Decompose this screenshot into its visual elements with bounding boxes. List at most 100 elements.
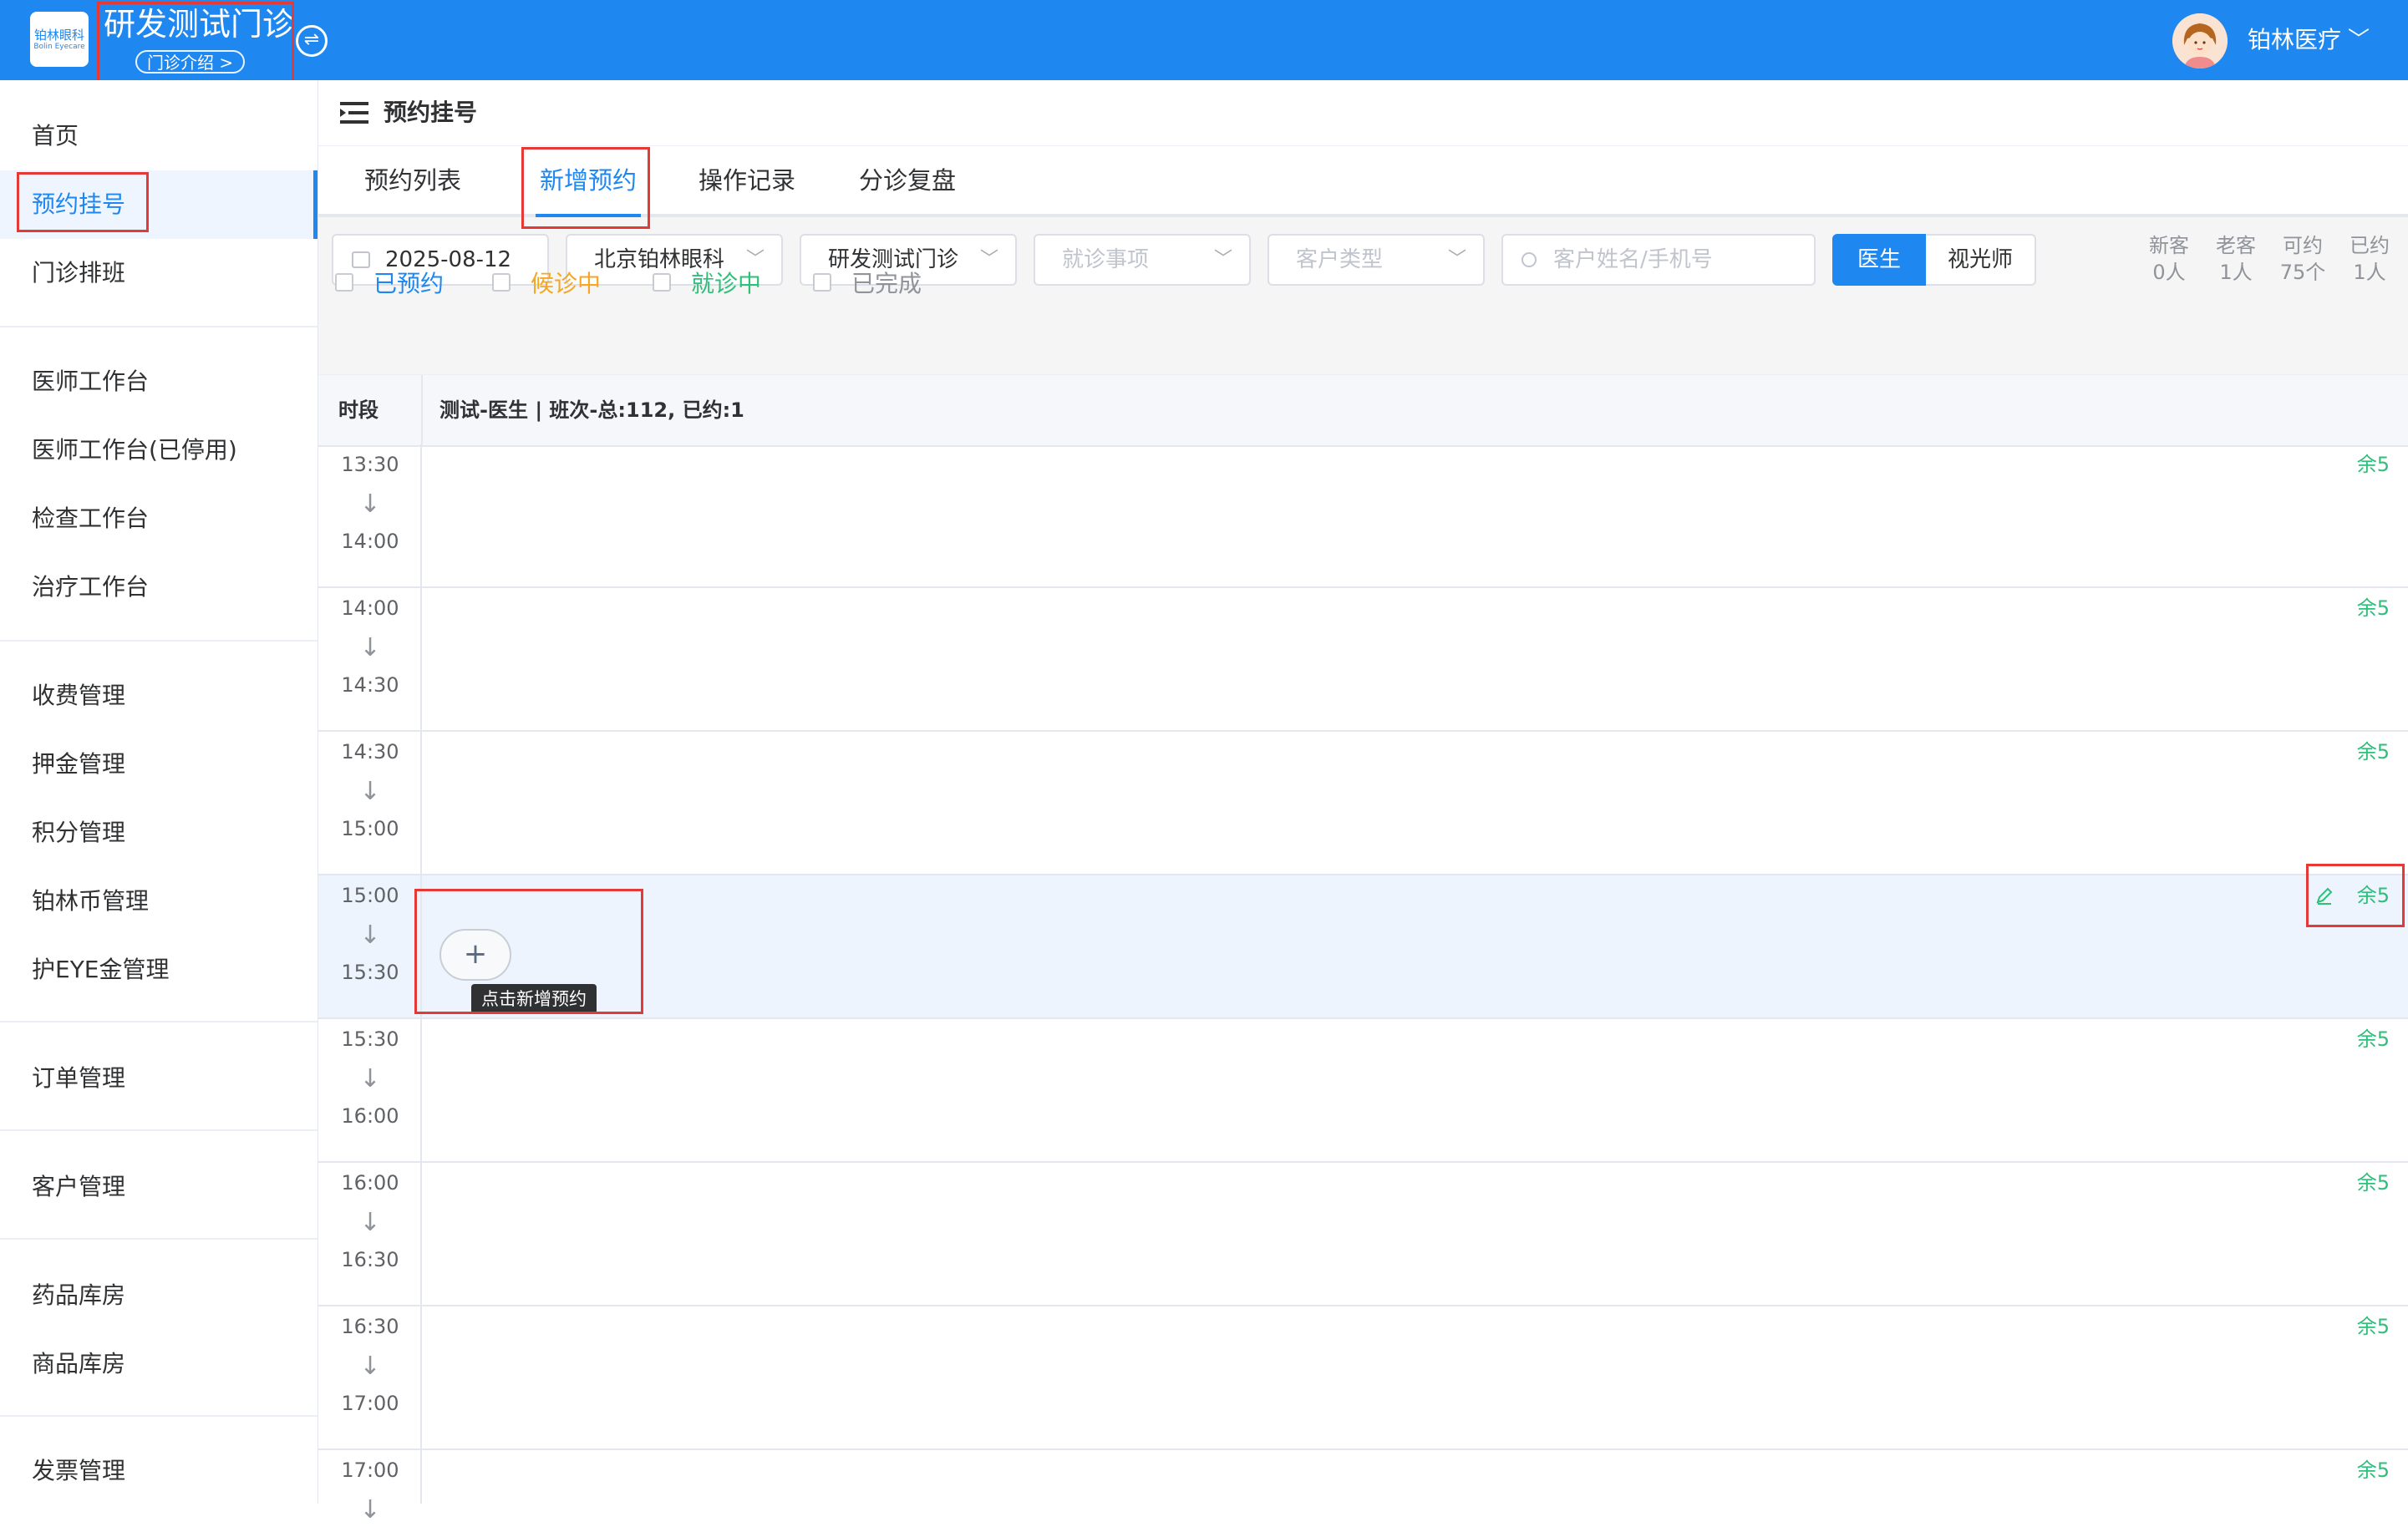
checkbox-box	[335, 273, 353, 292]
status-checkbox-booked[interactable]: 已预约	[335, 267, 444, 301]
stat-value: 0人	[2152, 261, 2186, 284]
stat-value: 75个	[2279, 261, 2326, 284]
slot-start: 16:30	[341, 1315, 399, 1338]
clinic-logo: 铂林眼科 Bolin Eyecare	[30, 12, 89, 67]
time-slot-row[interactable]: 16:30 ↓ 17:00 余5	[318, 1306, 2408, 1450]
slot-remaining: 余5	[2356, 740, 2390, 764]
chevron-down-icon[interactable]: ﹀	[2348, 23, 2370, 57]
slot-start: 14:00	[341, 596, 399, 620]
tab-operation-log[interactable]: 操作记录	[694, 147, 800, 214]
stat-label: 已约	[2350, 234, 2390, 257]
sidebar-divider	[0, 1129, 318, 1131]
time-slot-row[interactable]: 15:30 ↓ 16:00 余5	[318, 1019, 2408, 1163]
sidebar-item-customers[interactable]: 客户管理	[0, 1153, 318, 1221]
sidebar-item-orders[interactable]: 订单管理	[0, 1044, 318, 1113]
edit-icon[interactable]	[2314, 885, 2334, 906]
time-cell: 14:30 ↓ 15:00	[318, 732, 422, 874]
checkbox-box	[653, 273, 671, 292]
chevron-down-icon: ﹀	[979, 249, 998, 270]
slot-start: 17:00	[341, 1459, 399, 1482]
sidebar-item-home[interactable]: 首页	[0, 102, 318, 170]
slot-end: 14:00	[341, 530, 399, 553]
sidebar-item-pharmacy[interactable]: 药品库房	[0, 1261, 318, 1330]
search-icon	[1522, 252, 1537, 267]
sidebar-item-deposit[interactable]: 押金管理	[0, 730, 318, 799]
calendar-icon	[352, 251, 370, 268]
time-cell: 16:30 ↓ 17:00	[318, 1306, 422, 1448]
sidebar-item-coins[interactable]: 铂林币管理	[0, 867, 318, 936]
user-avatar[interactable]	[2172, 13, 2228, 68]
sidebar-item-goods-warehouse[interactable]: 商品库房	[0, 1330, 318, 1398]
slot-start: 15:00	[341, 884, 399, 907]
visit-item-select[interactable]: 就诊事项 ﹀	[1034, 234, 1251, 286]
logo-text: 铂林眼科	[33, 28, 84, 43]
sidebar-item-exam-workbench[interactable]: 检查工作台	[0, 484, 318, 553]
time-cell: 16:00 ↓ 16:30	[318, 1163, 422, 1305]
time-slot-row[interactable]: 14:00 ↓ 14:30 余5	[318, 588, 2408, 732]
search-placeholder: 客户姓名/手机号	[1553, 247, 1713, 272]
sidebar-divider	[0, 326, 318, 327]
slot-remaining: 余5	[2356, 884, 2390, 907]
sidebar-item-points[interactable]: 积分管理	[0, 799, 318, 867]
time-slot-row[interactable]: 17:00 ↓ 余5	[318, 1450, 2408, 1524]
slot-end: 15:30	[341, 961, 399, 984]
checkbox-box	[813, 273, 831, 292]
slot-start: 13:30	[341, 453, 399, 476]
customer-type-select[interactable]: 客户类型 ﹀	[1268, 234, 1485, 286]
stat-label: 新客	[2149, 234, 2189, 257]
user-name[interactable]: 铂林医疗	[2248, 22, 2341, 58]
clinic-intro-button[interactable]: 门诊介绍 >	[135, 50, 246, 74]
slot-end: 16:00	[341, 1104, 399, 1128]
time-cell: 17:00 ↓	[318, 1450, 422, 1524]
stat-booked: 已约 1人	[2340, 232, 2399, 286]
status-label-completed: 已完成	[851, 270, 922, 297]
doctor-column-header: 测试-医生 | 班次-总:112, 已约:1	[439, 398, 744, 422]
time-slot-row[interactable]: 16:00 ↓ 16:30 余5	[318, 1163, 2408, 1306]
sidebar-item-billing[interactable]: 收费管理	[0, 662, 318, 730]
status-label-in-consultation: 就诊中	[691, 270, 762, 297]
add-appointment-button[interactable]: +	[439, 929, 511, 981]
collapse-menu-icon[interactable]	[340, 102, 368, 124]
sidebar: 首页 预约挂号 门诊排班 医师工作台 医师工作台(已停用) 检查工作台 治疗工作…	[0, 80, 318, 1504]
tab-triage-review[interactable]: 分诊复盘	[855, 147, 960, 214]
role-doctor-button[interactable]: 医生	[1832, 234, 1926, 286]
stat-value: 1人	[2353, 261, 2386, 284]
sidebar-item-appointment[interactable]: 预约挂号	[0, 170, 318, 239]
sidebar-divider	[0, 640, 318, 642]
sidebar-item-doctor-workbench[interactable]: 医师工作台	[0, 348, 318, 416]
chevron-down-icon: ﹀	[1213, 249, 1232, 270]
role-optometrist-button[interactable]: 视光师	[1926, 234, 2036, 286]
time-slot-row[interactable]: 14:30 ↓ 15:00 余5	[318, 732, 2408, 875]
stat-returning-customers: 老客 1人	[2207, 232, 2265, 286]
status-checkbox-waiting[interactable]: 候诊中	[492, 267, 601, 301]
status-checkbox-completed[interactable]: 已完成	[813, 267, 922, 301]
customer-search-input[interactable]: 客户姓名/手机号	[1501, 234, 1816, 286]
tab-new-appointment[interactable]: 新增预约	[536, 147, 641, 217]
sidebar-item-doctor-workbench-disabled[interactable]: 医师工作台(已停用)	[0, 416, 318, 484]
logo-subtext: Bolin Eyecare	[33, 43, 85, 51]
status-label-booked: 已预约	[373, 270, 445, 297]
sidebar-item-eye-fund[interactable]: 护EYE金管理	[0, 936, 318, 1004]
time-slot-row-hovered[interactable]: 15:00 ↓ 15:30 余5 + 点击新增预约	[318, 875, 2408, 1019]
arrow-down-icon: ↓	[359, 777, 381, 806]
tab-bar: 预约列表 新增预约 操作记录 分诊复盘	[318, 147, 2408, 217]
switch-clinic-icon[interactable]: ⇌	[296, 25, 328, 57]
tab-new-appointment-label: 新增预约	[539, 166, 637, 195]
slot-start: 16:00	[341, 1171, 399, 1195]
tab-appointment-list[interactable]: 预约列表	[360, 147, 465, 214]
slot-remaining: 余5	[2356, 596, 2390, 620]
arrow-down-icon: ↓	[359, 921, 381, 950]
sidebar-item-treatment-workbench[interactable]: 治疗工作台	[0, 553, 318, 621]
slot-remaining: 余5	[2356, 453, 2390, 476]
slot-remaining: 余5	[2356, 1171, 2390, 1195]
slot-start: 14:30	[341, 740, 399, 764]
status-checkbox-in-consultation[interactable]: 就诊中	[653, 267, 761, 301]
top-bar: 铂林眼科 Bolin Eyecare 研发测试门诊 门诊介绍 > ⇌ 铂林医疗 …	[0, 0, 2408, 80]
add-appointment-tooltip: 点击新增预约	[471, 984, 597, 1014]
schedule-header: 时段 测试-医生 | 班次-总:112, 已约:1	[318, 374, 2408, 447]
time-slot-row[interactable]: 13:30 ↓ 14:00 余5	[318, 444, 2408, 588]
sidebar-item-invoices[interactable]: 发票管理	[0, 1437, 318, 1505]
arrow-down-icon: ↓	[359, 1064, 381, 1093]
status-label-waiting: 候诊中	[531, 270, 602, 297]
sidebar-item-schedule[interactable]: 门诊排班	[0, 239, 318, 307]
